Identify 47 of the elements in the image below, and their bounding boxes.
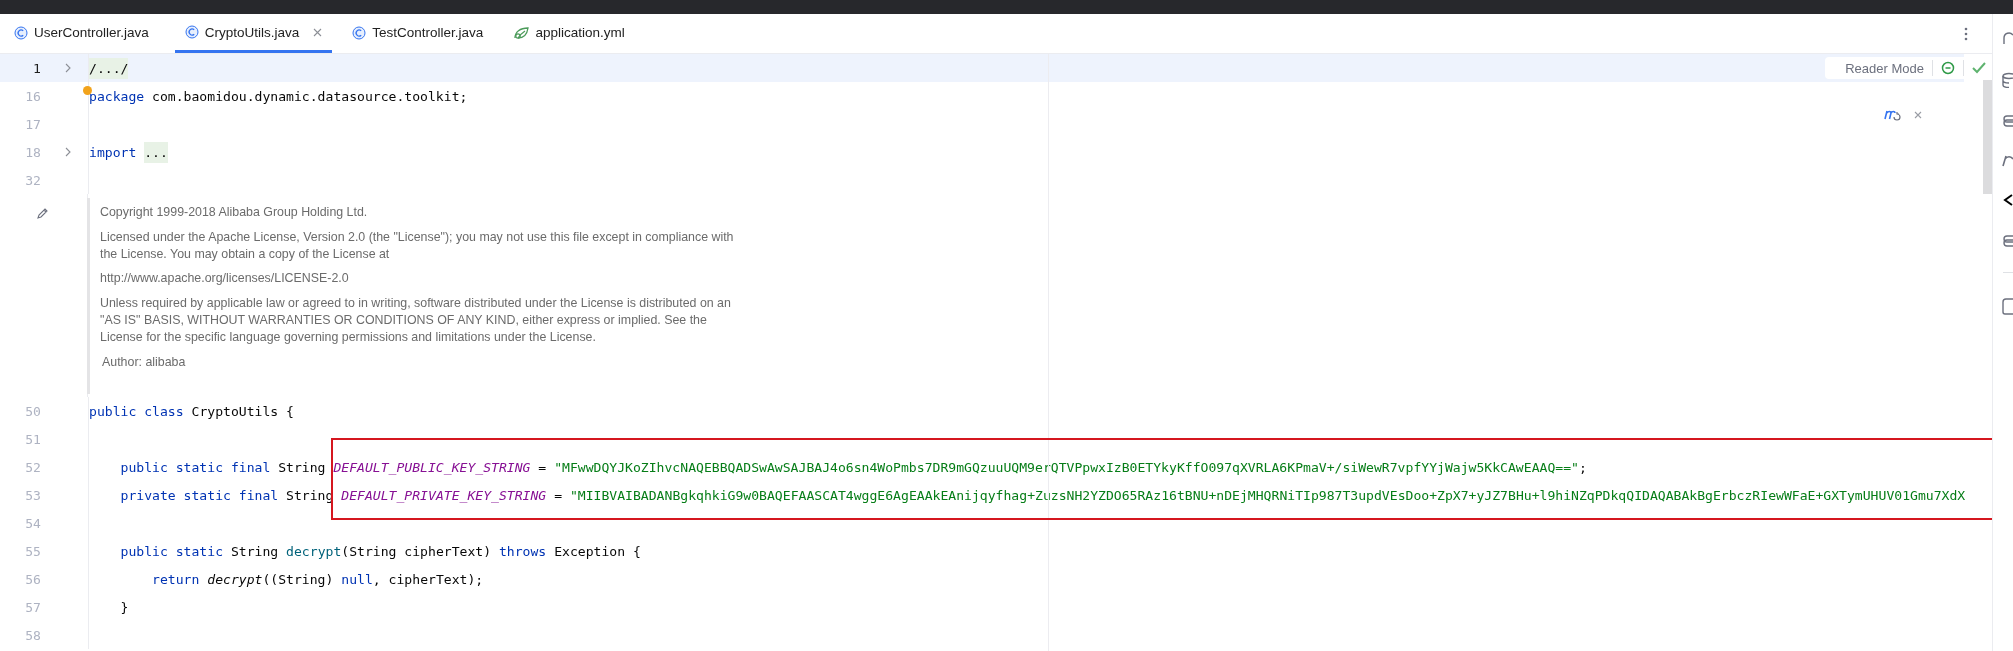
chevron-right-icon[interactable]: [64, 147, 71, 157]
class-icon: [352, 25, 367, 40]
chevron-left-icon[interactable]: [2001, 192, 2013, 208]
code-line: return decrypt((String) null, cipherText);: [151, 571, 484, 587]
database-icon[interactable]: [2001, 72, 2013, 88]
code-line: }: [119, 599, 129, 615]
line-number: 17: [24, 116, 41, 132]
checkmark-icon[interactable]: [1972, 62, 1986, 74]
code-line: public static String decrypt(String cipherText) throws Exception {: [119, 543, 641, 559]
doc-author: Author: alibaba: [102, 353, 187, 371]
line-number: 58: [24, 627, 41, 643]
line-number: 1: [32, 60, 41, 76]
cylinder-icon[interactable]: [2001, 297, 2013, 315]
line-number: 55: [24, 543, 41, 559]
doc-paragraph: Unless required by applicable law or agreed to in writing, software distributed under the License is distributed on an "AS IS" BASIS, WITHOUT WARRANTIES OR CONDITIONS OF ANY KIND, either express or implied. See the License for the specific language governing permissions and limitations under the License.: [100, 295, 732, 346]
reader-mode-button[interactable]: Reader Mode: [1845, 60, 1924, 76]
line-number: 57: [24, 599, 41, 615]
hint-dot[interactable]: [83, 86, 92, 95]
scrollbar-thumb[interactable]: [1983, 80, 1992, 194]
line-number: 18: [24, 144, 41, 160]
line-number: 54: [24, 515, 41, 531]
code-line: public static final String DEFAULT_PUBLIC_KEY_STRING = "MFwwDQYJKoZIhvcNAQEBBQADSwAwSAJBAJ4o6sn4WoPmbs7DR9mGQzuuUQM9erQTVPpwxIzB0ETYkyKffO097qXVRLA6KPmaV+/siWewR7vpfYYjWajw5KkCAwEAAQ==";: [119, 459, 1587, 475]
line-number: 32: [24, 172, 41, 188]
class-icon: [14, 25, 28, 40]
doc-paragraph: http://www.apache.org/licenses/LICENSE-2.0: [100, 270, 350, 288]
line-number: 50: [24, 403, 41, 419]
more-icon[interactable]: [1964, 26, 1968, 41]
minus-circle-icon[interactable]: [1941, 61, 1955, 75]
close-icon[interactable]: [1914, 111, 1922, 119]
line-number: 53: [24, 487, 41, 503]
file-tab[interactable]: application.yml: [509, 14, 635, 53]
file-tab[interactable]: UserController.java: [10, 14, 159, 53]
line-number: 56: [24, 571, 41, 587]
line-number: 52: [24, 459, 41, 475]
chevron-right-icon[interactable]: [64, 63, 71, 73]
code-line: import ...: [89, 144, 168, 160]
leaf-icon: [513, 25, 530, 40]
line-number: 51: [24, 431, 41, 447]
pencil-icon[interactable]: [36, 207, 49, 220]
code-line: public class CryptoUtils {: [89, 403, 294, 419]
class-icon: [184, 25, 199, 39]
code-line: package com.baomidou.dynamic.datasource.toolkit;: [89, 88, 468, 104]
doc-paragraph: Licensed under the Apache License, Version 2.0 (the "License"); you may not use this file except in compliance with the License. You may obtain a copy of the License at: [100, 228, 735, 263]
file-tab[interactable]: TestController.java: [348, 14, 494, 53]
doc-paragraph: Copyright 1999-2018 Alibaba Group Holding Ltd.: [100, 204, 369, 221]
close-icon[interactable]: [313, 27, 323, 37]
line-number: 16: [24, 88, 41, 104]
